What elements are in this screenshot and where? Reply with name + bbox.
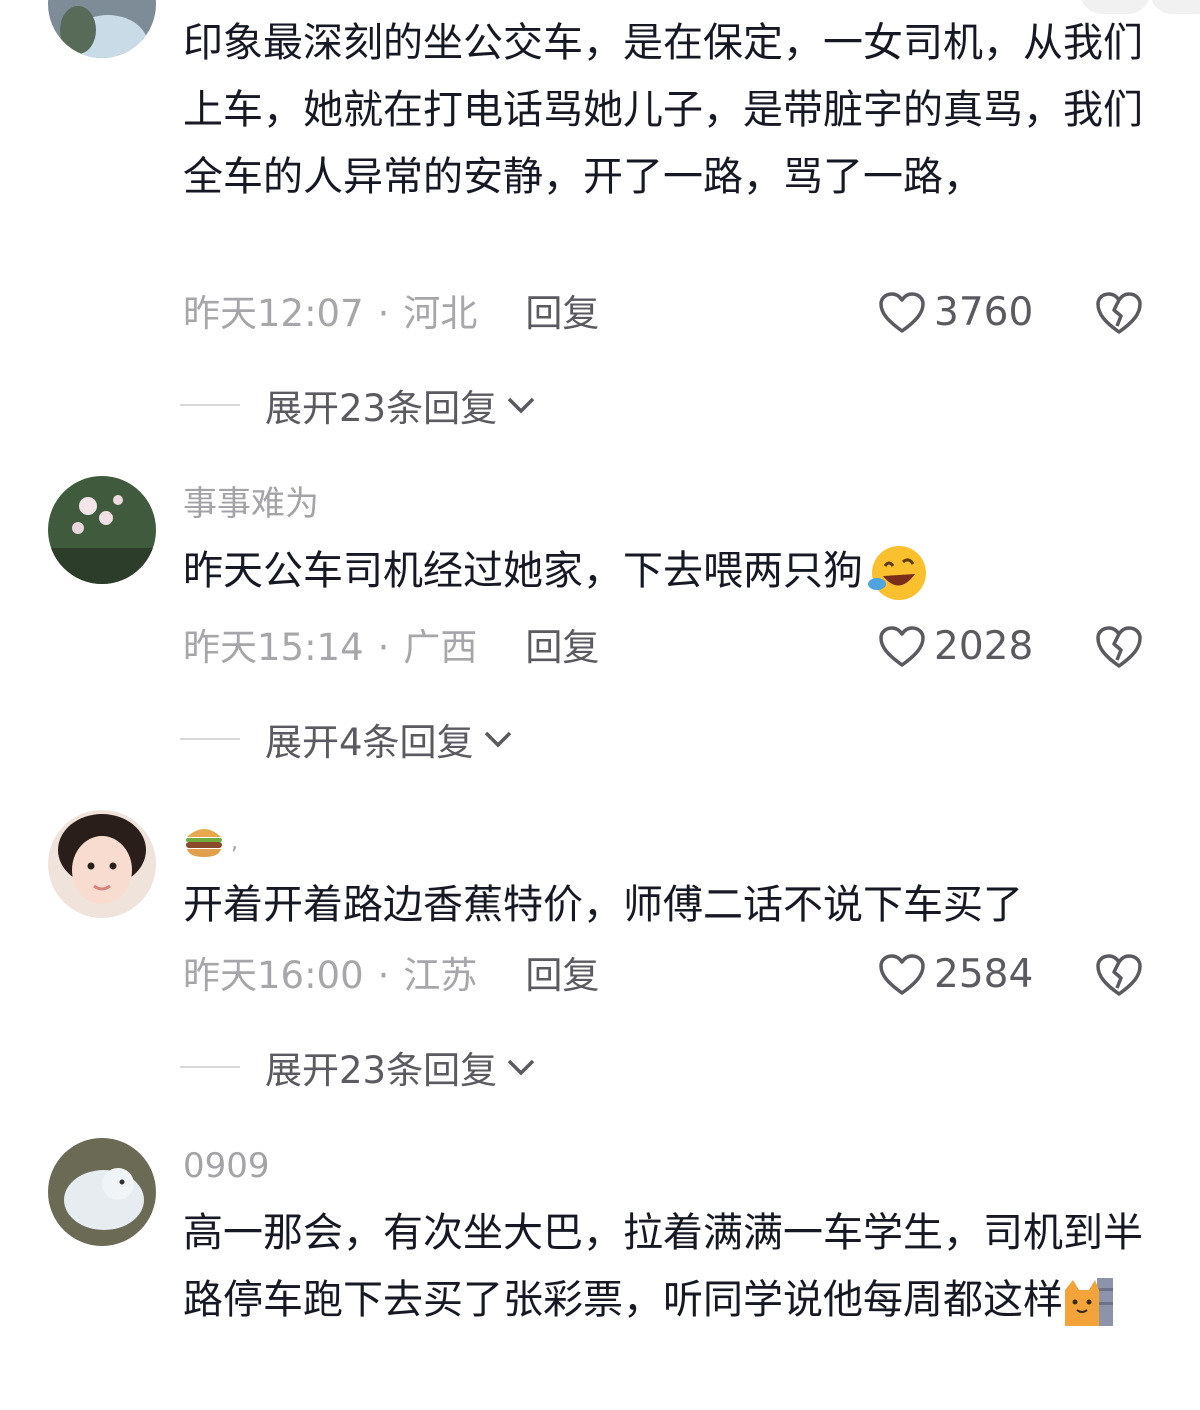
comment-time: 昨天16:00 <box>183 954 364 997</box>
cat-peeking-emoji <box>1065 1278 1113 1326</box>
comment-text: 高一那会，有次坐大巴，拉着满满一车学生，司机到半路停车跑下去买了张彩票，听同学说… <box>183 1200 1143 1334</box>
expand-replies-button[interactable]: 展开23条回复 <box>180 1040 537 1094</box>
hamburger-emoji <box>186 828 222 857</box>
comment-meta: 昨天12:07 · 河北 回复 <box>183 292 599 336</box>
comment-text-body: 昨天公车司机经过她家，下去喂两只狗 <box>183 548 863 594</box>
broken-heart-icon[interactable] <box>1094 952 1144 998</box>
broken-heart-icon[interactable] <box>1094 290 1144 336</box>
laughing-crying-emoji <box>868 546 926 600</box>
meta-dot: · <box>377 954 390 997</box>
heart-icon <box>879 291 925 333</box>
like-count: 3760 <box>934 290 1034 335</box>
user-avatar[interactable] <box>48 0 156 58</box>
username-suffix: , <box>231 830 238 855</box>
meta-dot: · <box>377 292 390 335</box>
comment-username[interactable]: , <box>183 818 238 863</box>
user-avatar[interactable] <box>48 476 156 584</box>
expand-replies-button[interactable]: 展开4条回复 <box>180 712 514 766</box>
reply-button[interactable]: 回复 <box>525 954 599 997</box>
heart-icon <box>879 625 925 667</box>
expand-replies-label: 展开4条回复 <box>265 721 474 764</box>
chevron-down-icon <box>507 1059 535 1076</box>
comment-location: 河北 <box>403 292 478 335</box>
meta-dot: · <box>377 626 390 669</box>
broken-heart-icon[interactable] <box>1094 624 1144 670</box>
divider-line <box>180 738 240 740</box>
comment-location: 广西 <box>403 626 478 669</box>
reply-button[interactable]: 回复 <box>525 626 599 669</box>
comment-text: 印象最深刻的坐公交车，是在保定，一女司机，从我们上车，她就在打电话骂她儿子，是带… <box>183 20 1143 200</box>
like-button[interactable]: 2584 <box>878 952 1033 997</box>
like-button[interactable]: 3760 <box>878 290 1033 335</box>
comment-username[interactable]: 0909 <box>183 1146 270 1186</box>
divider-line <box>180 404 240 406</box>
like-button[interactable]: 2028 <box>878 624 1033 669</box>
divider-line <box>180 1066 240 1068</box>
expand-replies-label: 展开23条回复 <box>265 387 498 430</box>
comment-meta: 昨天16:00 · 江苏 回复 <box>183 954 599 998</box>
comment-location: 江苏 <box>403 954 478 997</box>
comment-text: 昨天公车司机经过她家，下去喂两只狗 <box>183 538 1143 605</box>
heart-icon <box>879 953 925 995</box>
comment-text-body: 高一那会，有次坐大巴，拉着满满一车学生，司机到半路停车跑下去买了张彩票，听同学说… <box>183 1210 1143 1323</box>
like-count: 2584 <box>934 952 1034 997</box>
like-count: 2028 <box>934 624 1034 669</box>
comment-text: 开着开着路边香蕉特价，师傅二话不说下车买了 <box>183 882 1023 928</box>
user-avatar[interactable] <box>48 810 156 918</box>
comment-meta: 昨天15:14 · 广西 回复 <box>183 626 599 670</box>
expand-replies-label: 展开23条回复 <box>265 1049 498 1092</box>
expand-replies-button[interactable]: 展开23条回复 <box>180 378 537 432</box>
top-control <box>1150 0 1200 14</box>
comment-time: 昨天15:14 <box>183 626 364 669</box>
chevron-down-icon <box>507 397 535 414</box>
comment-time: 昨天12:07 <box>183 292 364 335</box>
chevron-down-icon <box>484 731 511 748</box>
comment-username[interactable]: 事事难为 <box>183 484 319 524</box>
reply-button[interactable]: 回复 <box>525 292 599 335</box>
user-avatar[interactable] <box>48 1138 156 1246</box>
